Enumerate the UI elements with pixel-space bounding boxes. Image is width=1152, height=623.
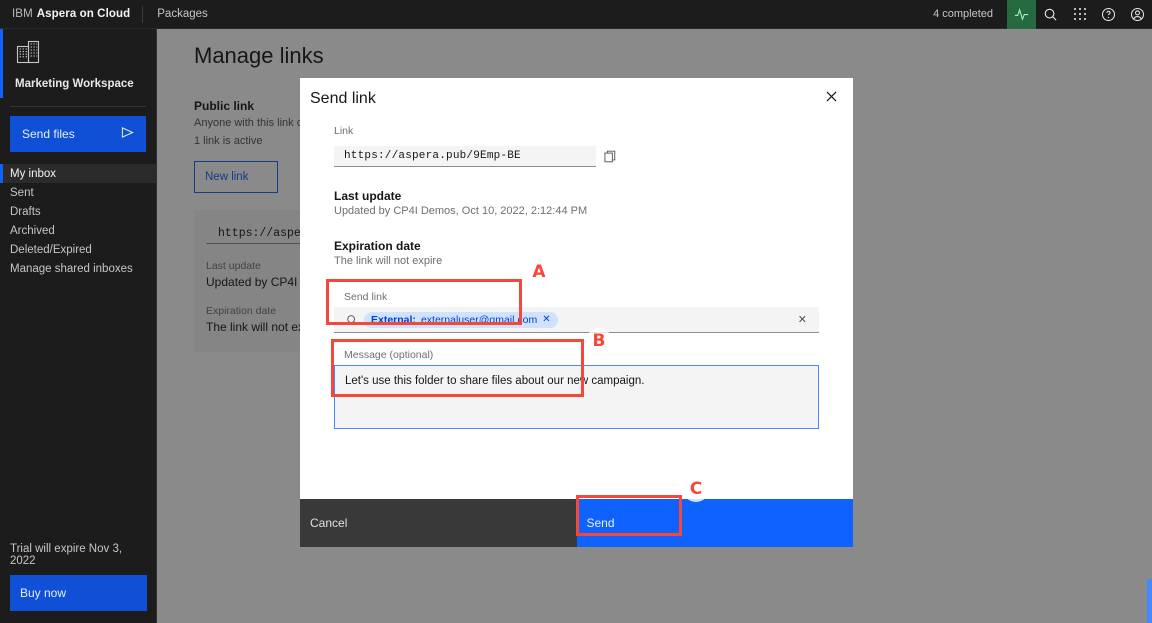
message-textarea[interactable]: [334, 365, 819, 429]
message-field-label: Message (optional): [344, 349, 434, 361]
recipient-field-label: Send link: [344, 291, 388, 303]
app-switcher-icon[interactable]: [1065, 0, 1094, 29]
search-icon[interactable]: [1036, 0, 1065, 29]
sidebar-item-manage-shared-inboxes[interactable]: Manage shared inboxes: [0, 259, 156, 278]
brand-logo[interactable]: IBM Aspera on Cloud: [0, 0, 142, 29]
sidebar-item-archived[interactable]: Archived: [0, 221, 156, 240]
chip-remove-icon[interactable]: ✕: [542, 314, 550, 325]
modal-body: Link https://aspera.pub/9Emp-BE Last upd…: [300, 125, 853, 499]
nav-packages[interactable]: Packages: [143, 0, 222, 29]
recipient-chip[interactable]: External: externaluser@gmail.com ✕: [364, 311, 558, 328]
send-files-label: Send files: [22, 127, 75, 141]
app-root: IBM Aspera on Cloud Packages 4 completed: [0, 0, 1152, 623]
expiration-heading: Expiration date: [334, 239, 421, 253]
workspace-selector[interactable]: Marketing Workspace: [0, 29, 156, 98]
send-icon: [121, 126, 134, 142]
trial-section: Trial will expire Nov 3, 2022 Buy now: [0, 543, 157, 611]
send-button[interactable]: Send: [576, 499, 853, 547]
last-update-block: Last update Updated by CP4I Demos, Oct 1…: [334, 189, 819, 217]
last-update-text: Updated by CP4I Demos, Oct 10, 2022, 2:1…: [334, 205, 588, 217]
recipient-chip-prefix: External:: [371, 313, 416, 326]
expiration-block: Expiration date The link will not expire: [334, 239, 819, 267]
top-right-actions: 4 completed: [919, 0, 1152, 29]
sidebar-nav-list: My inbox Sent Drafts Archived Deleted/Ex…: [0, 164, 156, 278]
top-navigation-bar: IBM Aspera on Cloud Packages 4 completed: [0, 0, 1152, 29]
sidebar-item-label: Drafts: [10, 205, 41, 218]
sidebar-item-label: Deleted/Expired: [10, 243, 92, 256]
send-label: Send: [586, 516, 615, 530]
activity-icon[interactable]: [1007, 0, 1036, 29]
account-icon[interactable]: [1123, 0, 1152, 29]
cancel-label: Cancel: [310, 516, 348, 530]
sidebar-item-label: Archived: [10, 224, 55, 237]
sidebar-item-my-inbox[interactable]: My inbox: [0, 164, 156, 183]
building-icon: [15, 39, 144, 70]
recipient-chip-value: externaluser@gmail.com: [420, 313, 538, 326]
link-field-row: https://aspera.pub/9Emp-BE: [334, 146, 819, 167]
sidebar-item-deleted-expired[interactable]: Deleted/Expired: [0, 240, 156, 259]
recipient-input[interactable]: External: externaluser@gmail.com ✕ ✕: [334, 307, 819, 333]
message-field-wrap: Message (optional): [334, 349, 819, 434]
send-files-button[interactable]: Send files: [10, 116, 146, 152]
buy-now-button[interactable]: Buy now: [10, 575, 147, 611]
brand-ibm-label: IBM: [12, 8, 33, 20]
workspace-name: Marketing Workspace: [15, 78, 134, 90]
clear-icon[interactable]: ✕: [798, 313, 811, 326]
close-icon[interactable]: [819, 84, 843, 108]
copy-icon[interactable]: [604, 150, 617, 163]
recipient-field-wrap: Send link External: externaluser@gmail.c…: [334, 291, 819, 333]
link-field-label: Link: [334, 125, 354, 137]
sidebar-item-drafts[interactable]: Drafts: [0, 202, 156, 221]
expiration-text: The link will not expire: [334, 255, 443, 267]
sidebar-divider: [10, 106, 146, 107]
sidebar-item-sent[interactable]: Sent: [0, 183, 156, 202]
transfers-completed-label: 4 completed: [933, 8, 993, 20]
trial-expiry-text: Trial will expire Nov 3, 2022: [10, 543, 123, 567]
sidebar-item-label: Manage shared inboxes: [10, 262, 133, 275]
right-edge-indicator[interactable]: [1147, 579, 1152, 623]
sidebar: Marketing Workspace Send files My inbox …: [0, 29, 157, 623]
sidebar-item-label: Sent: [10, 186, 34, 199]
buy-now-label: Buy now: [20, 586, 67, 600]
search-icon: [346, 314, 358, 326]
send-link-modal: Send link Link https://aspera.pub/9Emp-B…: [300, 78, 853, 547]
modal-title: Send link: [310, 90, 376, 107]
help-icon[interactable]: [1094, 0, 1123, 29]
last-update-heading: Last update: [334, 189, 402, 203]
cancel-button[interactable]: Cancel: [300, 499, 577, 547]
sidebar-item-label: My inbox: [10, 167, 57, 180]
modal-footer: Cancel Send: [300, 499, 853, 547]
link-value[interactable]: https://aspera.pub/9Emp-BE: [334, 146, 596, 167]
brand-product-label: Aspera on Cloud: [36, 8, 131, 20]
modal-header: Send link: [300, 78, 853, 125]
